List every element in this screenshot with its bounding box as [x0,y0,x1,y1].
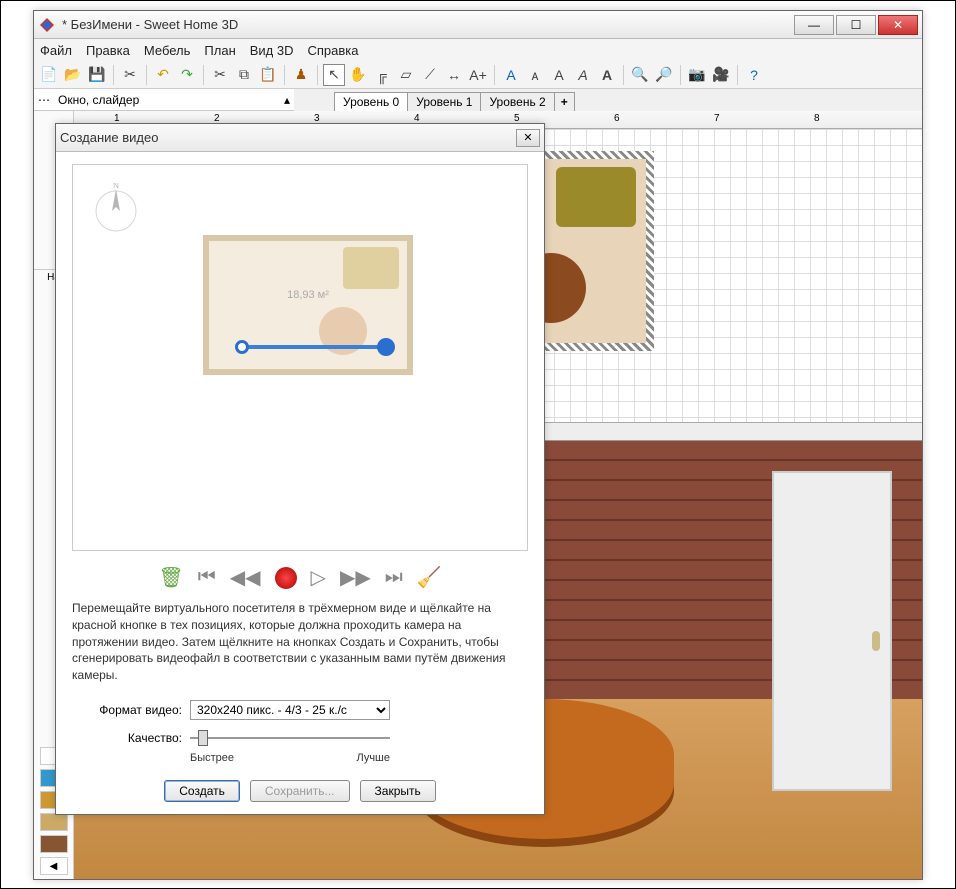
tab-level-0[interactable]: Уровень 0 [334,92,408,111]
pan-tool-icon[interactable]: ✋ [347,64,369,86]
rewind-icon[interactable]: ◀◀ [230,565,261,590]
slider-thumb[interactable] [198,730,208,746]
dialog-body: N 18,93 м² 🗑 ⏮ ◀◀ ▷ ▶▶ ⏭ 🧹 Перемещайте в… [56,152,544,814]
maximize-button[interactable]: ☐ [836,15,876,35]
separator [623,65,624,85]
menu-help[interactable]: Справка [308,43,359,58]
palette-item[interactable] [40,813,68,831]
separator [737,65,738,85]
dimension-tool-icon[interactable]: ↔ [443,64,465,86]
paste-icon[interactable]: 📋 [257,64,279,86]
undo-icon[interactable]: ↶ [152,64,174,86]
clear-icon[interactable]: 🧹 [417,565,442,590]
close-button[interactable]: Закрыть [360,780,436,802]
camera-path[interactable] [243,345,383,349]
prefs-icon[interactable]: ✂ [119,64,141,86]
save-button[interactable]: Сохранить... [250,780,350,802]
app-icon [38,16,56,34]
window-title: * БезИмени - Sweet Home 3D [62,17,792,32]
save-icon[interactable]: 💾 [86,64,108,86]
wall-tool-icon[interactable]: ╔ [371,64,393,86]
door-3d [772,471,892,791]
separator [680,65,681,85]
camera-path-start[interactable] [235,340,249,354]
dialog-titlebar[interactable]: Создание видео ✕ [56,124,544,152]
separator [494,65,495,85]
dialog-close-icon[interactable]: ✕ [516,129,540,147]
open-icon[interactable]: 📂 [62,64,84,86]
separator [317,65,318,85]
format-row: Формат видео: 320x240 пикс. - 4/3 - 25 к… [72,700,528,720]
record-icon[interactable] [275,567,297,589]
separator [284,65,285,85]
copy-icon[interactable]: ⧉ [233,64,255,86]
toolbar: 📄 📂 💾 ✂ ↶ ↷ ✂ ⧉ 📋 ♟ ↖ ✋ ╔ ▱ ⟋ ↔ A+ A ᴀ A… [34,61,922,89]
close-button[interactable]: ✕ [878,15,918,35]
dialog-buttons: Создать Сохранить... Закрыть [72,780,528,802]
menu-furniture[interactable]: Мебель [144,43,191,58]
skip-start-icon[interactable]: ⏮ [198,566,216,589]
video-preview[interactable]: N 18,93 м² [72,164,528,551]
menu-edit[interactable]: Правка [86,43,130,58]
menu-file[interactable]: Файл [40,43,72,58]
add-furniture-icon[interactable]: ♟ [290,64,312,86]
text-bold-icon[interactable]: A [500,64,522,86]
format-label: Формат видео: [72,703,182,717]
text-big-icon[interactable]: A [548,64,570,86]
text-tool-icon[interactable]: A+ [467,64,489,86]
menu-plan[interactable]: План [204,43,235,58]
separator [146,65,147,85]
text-bold2-icon[interactable]: A [596,64,618,86]
tree-header[interactable]: ⋯ Окно, слайдер ▴ [34,89,294,111]
quality-row: Качество: [72,728,528,748]
separator [113,65,114,85]
menu-3dview[interactable]: Вид 3D [250,43,294,58]
delete-path-icon[interactable]: 🗑 [158,565,183,590]
svg-text:N: N [113,183,119,190]
preview-sofa [343,247,399,289]
instructions-text: Перемещайте виртуального посетителя в тр… [72,600,528,684]
tab-level-2[interactable]: Уровень 2 [480,92,554,111]
tab-add-level[interactable]: + [554,92,575,111]
compass-icon: N [91,183,141,233]
format-select[interactable]: 320x240 пикс. - 4/3 - 25 к./с [190,700,390,720]
play-icon[interactable]: ▷ [311,565,326,590]
new-icon[interactable]: 📄 [38,64,60,86]
tree-item-label: Окно, слайдер [58,93,139,107]
zoom-out-icon[interactable]: 🔎 [653,64,675,86]
create-button[interactable]: Создать [164,780,240,802]
forward-icon[interactable]: ▶▶ [340,565,371,590]
quality-slider-labels: Быстрее Лучше [190,752,390,764]
camera-path-end[interactable] [377,338,395,356]
quality-fast-label: Быстрее [190,752,234,764]
polyline-tool-icon[interactable]: ⟋ [419,64,441,86]
tab-level-1[interactable]: Уровень 1 [407,92,481,111]
playback-controls: 🗑 ⏮ ◀◀ ▷ ▶▶ ⏭ 🧹 [72,565,528,590]
quality-label: Качество: [72,731,182,745]
select-tool-icon[interactable]: ↖ [323,64,345,86]
redo-icon[interactable]: ↷ [176,64,198,86]
quality-slider[interactable] [190,728,390,748]
separator [203,65,204,85]
menubar: Файл Правка Мебель План Вид 3D Справка [34,39,922,61]
quality-best-label: Лучше [356,752,390,764]
text-small-icon[interactable]: ᴀ [524,64,546,86]
help-icon[interactable]: ? [743,64,765,86]
minimize-button[interactable]: — [794,15,834,35]
main-titlebar[interactable]: * БезИмени - Sweet Home 3D — ☐ ✕ [34,11,922,39]
text-italic-icon[interactable]: A [572,64,594,86]
cut-icon[interactable]: ✂ [209,64,231,86]
dialog-title: Создание видео [60,130,516,145]
video-icon[interactable]: 🎥 [710,64,732,86]
skip-end-icon[interactable]: ⏭ [385,566,403,589]
video-dialog: Создание видео ✕ N 18,93 м² 🗑 ⏮ ◀◀ ▷ [55,123,545,815]
furniture-sofa[interactable] [556,167,636,227]
room-tool-icon[interactable]: ▱ [395,64,417,86]
zoom-in-icon[interactable]: 🔍 [629,64,651,86]
photo-icon[interactable]: 📷 [686,64,708,86]
slider-track [190,737,390,739]
palette-item[interactable] [40,835,68,853]
preview-area-label: 18,93 м² [287,289,329,301]
palette-item[interactable]: ◀ [40,857,68,875]
